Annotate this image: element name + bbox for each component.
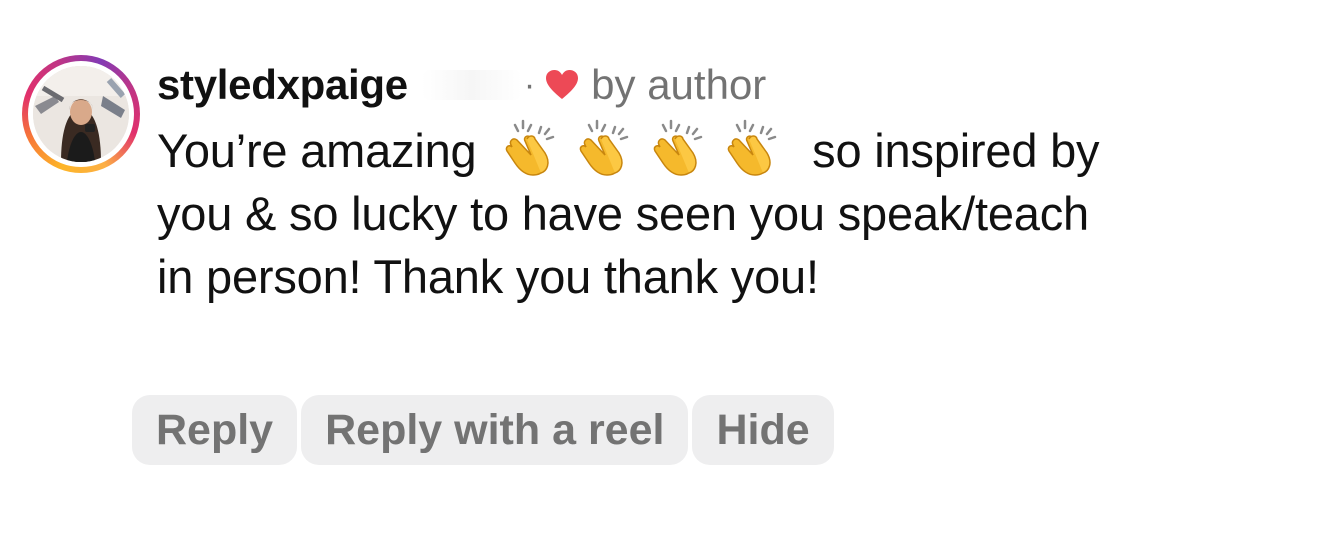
- comment-meta: styledxpaige · by author: [157, 55, 1257, 115]
- comment-content: styledxpaige · by author You’re amazing: [157, 55, 1257, 308]
- comment-text-start: You’re amazing: [157, 124, 477, 177]
- liked-by-author-label: by author: [591, 61, 767, 108]
- reply-button[interactable]: Reply: [132, 395, 298, 465]
- comment-actions: Reply Reply with a reel Hide: [132, 395, 834, 465]
- heart-icon: [545, 69, 579, 101]
- redacted-timestamp: [421, 70, 522, 100]
- username-link[interactable]: styledxpaige: [157, 61, 408, 109]
- reply-with-reel-button[interactable]: Reply with a reel: [301, 395, 689, 465]
- avatar[interactable]: [33, 66, 129, 162]
- clapping-hands-icon: [501, 119, 559, 177]
- comment-text: You’re amazing so inspired by you & so l…: [157, 119, 1137, 308]
- clapping-hands-icon: [575, 119, 633, 177]
- hide-button[interactable]: Hide: [692, 395, 834, 465]
- avatar-story-ring[interactable]: [22, 55, 140, 173]
- separator-dot: ·: [523, 65, 536, 104]
- clapping-hands-icon: [649, 119, 707, 177]
- clapping-hands-icon: [723, 119, 781, 177]
